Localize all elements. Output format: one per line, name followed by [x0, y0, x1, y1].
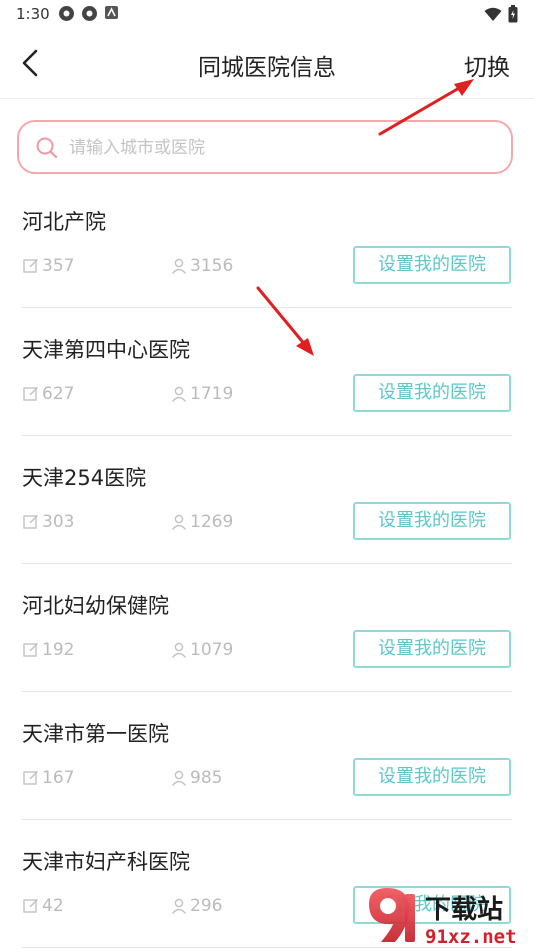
person-icon [171, 258, 187, 274]
switch-button[interactable]: 切换 [464, 48, 510, 82]
post-count-value: 303 [42, 512, 75, 532]
app-header: 同城医院信息 切换 [0, 28, 534, 99]
user-count: 1269 [170, 512, 233, 532]
site-watermark-logo: 下载站 91xz.net [369, 888, 534, 948]
post-count-value: 167 [42, 768, 75, 788]
status-time: 1:30 [16, 5, 50, 23]
hospital-name: 天津第四中心医院 [22, 338, 190, 362]
set-my-hospital-button[interactable]: 设置我的医院 [353, 758, 511, 796]
user-count-value: 1079 [190, 640, 234, 660]
notification-icons [58, 5, 121, 22]
gear-notification-icon-2 [81, 5, 98, 22]
person-icon [171, 386, 187, 402]
post-count-value: 42 [42, 896, 64, 916]
user-count: 1719 [170, 384, 233, 404]
post-count: 627 [22, 384, 74, 404]
watermark-site: 91xz.net [425, 926, 517, 948]
user-count-value: 985 [190, 768, 223, 788]
list-item[interactable]: 河北妇幼保健院 192 1079 设置我的医院 [0, 564, 534, 692]
post-count: 167 [22, 768, 74, 788]
list-item[interactable]: 天津第四中心医院 627 1719 设置我的医院 [0, 308, 534, 436]
hospital-name: 天津市妇产科医院 [22, 850, 190, 874]
edit-icon [23, 259, 38, 273]
battery-icon [508, 5, 518, 27]
person-icon [171, 770, 187, 786]
person-icon [171, 514, 187, 530]
person-icon [171, 898, 187, 914]
page-title: 同城医院信息 [198, 55, 336, 81]
person-icon [171, 642, 187, 658]
post-count: 42 [22, 896, 64, 916]
set-my-hospital-button[interactable]: 设置我的医院 [353, 502, 511, 540]
status-right [484, 5, 518, 27]
post-count-value: 192 [42, 640, 75, 660]
user-count: 3156 [170, 256, 233, 276]
list-item[interactable]: 天津市第一医院 167 985 设置我的医院 [0, 692, 534, 820]
list-item[interactable]: 天津254医院 303 1269 设置我的医院 [0, 436, 534, 564]
watermark-brand: 下载站 [425, 895, 503, 925]
hospital-name: 天津254医院 [22, 466, 147, 490]
search-input[interactable] [67, 130, 491, 166]
edit-icon [23, 387, 38, 401]
set-my-hospital-button[interactable]: 设置我的医院 [353, 630, 511, 668]
wifi-icon [484, 7, 502, 26]
set-my-hospital-button[interactable]: 设置我的医院 [353, 374, 511, 412]
user-count: 985 [170, 768, 222, 788]
hospital-list: 河北产院 357 3156 设置我的医院 天津第四中心医院 627 1719 设… [0, 180, 534, 948]
user-count-value: 1269 [190, 512, 234, 532]
post-count: 303 [22, 512, 74, 532]
post-count-value: 357 [42, 256, 75, 276]
status-bar: 1:30 [0, 0, 534, 28]
set-my-hospital-button[interactable]: 设置我的医院 [353, 246, 511, 284]
edit-icon [23, 771, 38, 785]
user-count: 296 [170, 896, 222, 916]
user-count: 1079 [170, 640, 233, 660]
post-count-value: 627 [42, 384, 75, 404]
hospital-name: 天津市第一医院 [22, 722, 169, 746]
search-bar[interactable] [17, 120, 513, 174]
list-item[interactable]: 河北产院 357 3156 设置我的医院 [0, 180, 534, 308]
search-icon [35, 136, 59, 164]
user-count-value: 1719 [190, 384, 234, 404]
post-count: 192 [22, 640, 74, 660]
gear-notification-icon [58, 5, 75, 22]
edit-icon [23, 899, 38, 913]
edit-icon [23, 515, 38, 529]
post-count: 357 [22, 256, 74, 276]
hospital-name: 河北妇幼保健院 [22, 594, 169, 618]
app-notification-icon [104, 5, 121, 22]
hospital-name: 河北产院 [22, 210, 106, 234]
user-count-value: 296 [190, 896, 223, 916]
user-count-value: 3156 [190, 256, 234, 276]
edit-icon [23, 643, 38, 657]
